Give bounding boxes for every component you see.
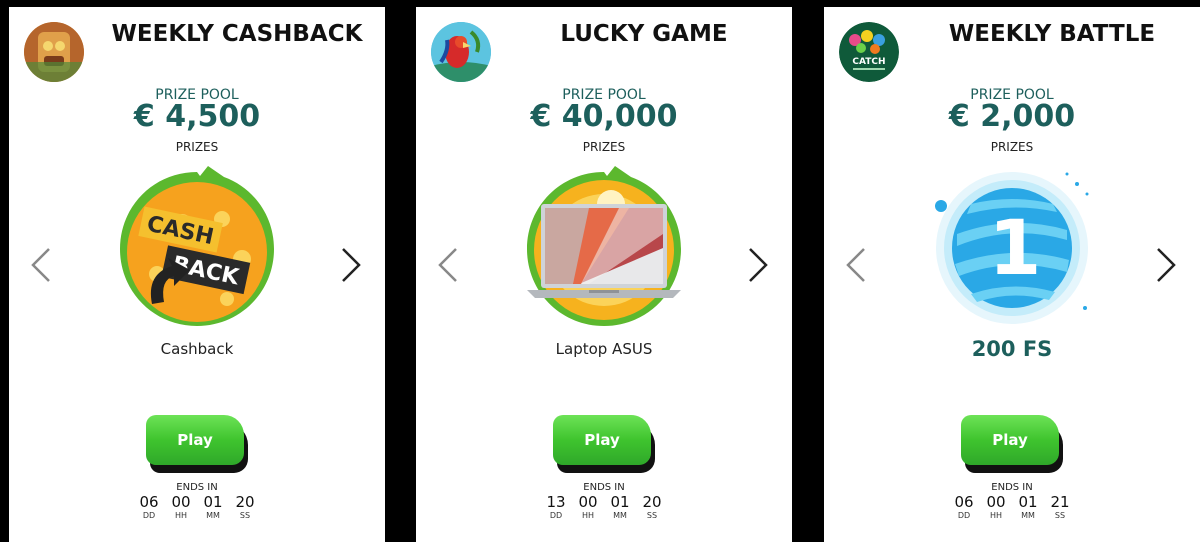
prize-pool-value: € 40,000 [530, 99, 678, 134]
countdown-timer: 06 DD 00 HH 01 MM 21 SS [824, 494, 1200, 521]
chevron-right-icon[interactable] [339, 245, 363, 285]
timer-days: 06 DD [139, 493, 159, 521]
timer-hours: 00 HH [986, 493, 1006, 521]
prizes-label: PRIZES [582, 140, 626, 154]
game-avatar[interactable] [431, 22, 491, 82]
game-avatar[interactable] [24, 22, 84, 82]
play-button-label[interactable]: Play [146, 415, 244, 465]
timer-seconds: 21 SS [1050, 493, 1070, 521]
tournament-card-weekly-cashback: WEEKLY CASHBACK PRIZE POOL € 4,500 PRIZE… [9, 7, 385, 542]
chevron-right-icon[interactable] [1154, 245, 1178, 285]
prize-pool-value: € 4,500 [133, 99, 261, 134]
timer-hours: 00 HH [578, 493, 598, 521]
prize-name: Cashback [160, 340, 234, 358]
avatar-label: CATCH [852, 57, 885, 67]
timer-minutes: 01 MM [1018, 493, 1038, 521]
prize-name: 200 FS [971, 337, 1053, 361]
game-avatar[interactable]: CATCH [839, 22, 899, 82]
countdown-timer: 13 DD 00 HH 01 MM 20 SS [416, 494, 792, 521]
tournament-title: WEEKLY BATTLE [948, 21, 1156, 47]
chevron-left-icon[interactable] [29, 245, 53, 285]
play-button-label[interactable]: Play [961, 415, 1059, 465]
play-button[interactable]: Play [961, 415, 1063, 473]
first-place-prize-image: 1 [935, 172, 1089, 324]
play-button-label[interactable]: Play [553, 415, 651, 465]
play-button[interactable]: Play [553, 415, 655, 473]
tournament-card-weekly-battle: CATCH WEEKLY BATTLE PRIZE POOL € 2,000 P… [824, 7, 1200, 542]
timer-days: 06 DD [954, 493, 974, 521]
tournament-title: LUCKY GAME [560, 21, 728, 47]
timer-seconds: 20 SS [235, 493, 255, 521]
play-button[interactable]: Play [146, 415, 248, 473]
prizes-label: PRIZES [175, 140, 219, 154]
timer-minutes: 01 MM [610, 493, 630, 521]
timer-days: 13 DD [546, 493, 566, 521]
timer-minutes: 01 MM [203, 493, 223, 521]
prize-name: Laptop ASUS [555, 340, 653, 358]
tournament-title: WEEKLY CASHBACK [111, 21, 363, 47]
prizes-label: PRIZES [990, 140, 1034, 154]
timer-seconds: 20 SS [642, 493, 662, 521]
ends-in-label: ENDS IN [991, 482, 1033, 493]
chevron-left-icon[interactable] [844, 245, 868, 285]
laptop-prize-image [527, 166, 681, 326]
chevron-left-icon[interactable] [436, 245, 460, 285]
timer-hours: 00 HH [171, 493, 191, 521]
chevron-right-icon[interactable] [746, 245, 770, 285]
countdown-timer: 06 DD 00 HH 01 MM 20 SS [9, 494, 385, 521]
ends-in-label: ENDS IN [176, 482, 218, 493]
ends-in-label: ENDS IN [583, 482, 625, 493]
tournament-card-lucky-game: LUCKY GAME PRIZE POOL € 40,000 PRIZES La… [416, 7, 792, 542]
cashback-prize-image: CASH BACK [120, 166, 274, 326]
prize-pool-value: € 2,000 [948, 99, 1076, 134]
first-place-number: 1 [989, 203, 1042, 292]
